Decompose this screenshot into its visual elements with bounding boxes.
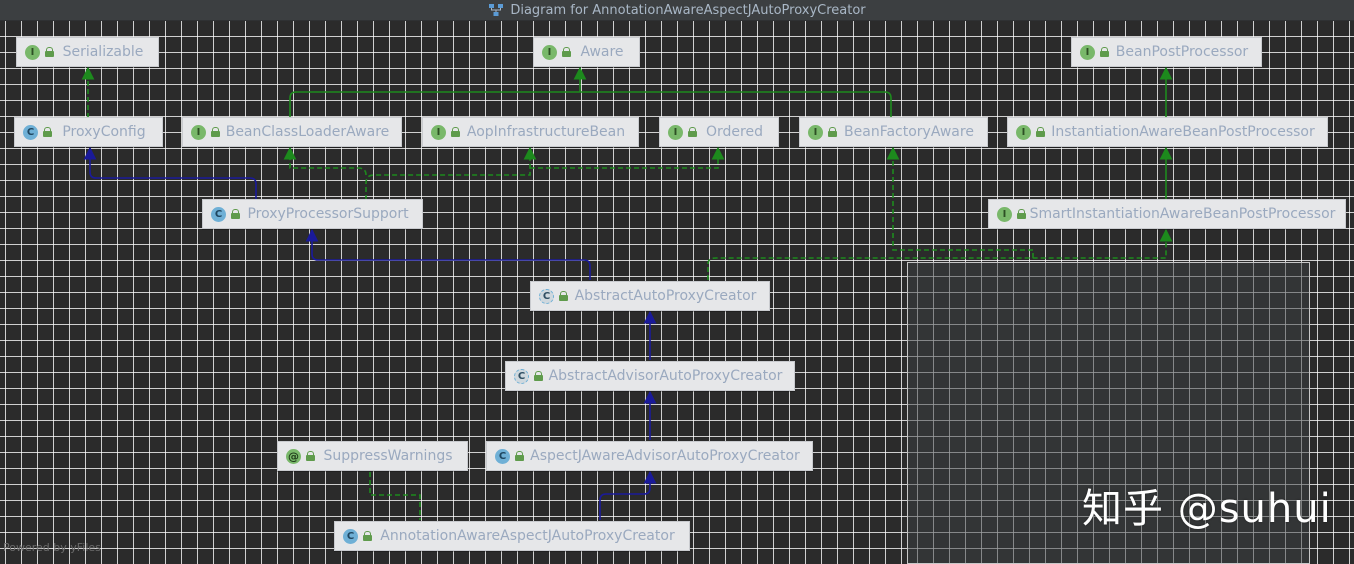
node-label: BeanClassLoaderAware	[225, 124, 390, 140]
node-abstract-advisor-auto-proxy-creator[interactable]: C AbstractAdvisorAutoProxyCreator	[505, 361, 795, 391]
lock-icon	[363, 531, 372, 541]
class-icon: C	[343, 528, 358, 544]
interface-icon: I	[1016, 124, 1031, 140]
node-annotation-aware-aspectj-auto-proxy-creator[interactable]: C AnnotationAwareAspectJAutoProxyCreator	[334, 521, 690, 551]
node-serializable[interactable]: I Serializable	[16, 37, 159, 67]
lock-icon	[43, 127, 52, 137]
lock-icon	[515, 451, 524, 461]
interface-icon: I	[808, 124, 823, 140]
window-title-bar: Diagram for AnnotationAwareAspectJAutoPr…	[0, 0, 1354, 21]
edge-pps-proxyconfig	[83, 146, 257, 200]
node-label: SmartInstantiationAwareBeanPostProcessor	[1029, 206, 1336, 222]
lock-icon	[45, 47, 54, 57]
node-smart-instantiation-aware-bpp[interactable]: I SmartInstantiationAwareBeanPostProcesso…	[988, 199, 1346, 229]
interface-icon: I	[668, 124, 683, 140]
interface-icon: I	[997, 206, 1012, 222]
edge-pps-ordered	[530, 146, 725, 169]
node-label: AbstractAutoProxyCreator	[574, 288, 757, 304]
abstract-class-icon: C	[539, 288, 554, 304]
node-label: Aware	[580, 44, 624, 60]
edge-bcla-aware	[289, 91, 892, 118]
node-aware[interactable]: I Aware	[533, 37, 640, 67]
node-label: AspectJAwareAdvisorAutoProxyCreator	[530, 448, 800, 464]
lock-icon	[534, 371, 543, 381]
node-label: InstantiationAwareBeanPostProcessor	[1051, 124, 1315, 140]
node-bean-class-loader-aware[interactable]: I BeanClassLoaderAware	[182, 117, 402, 147]
interface-icon: I	[542, 44, 557, 60]
class-icon: C	[211, 206, 226, 222]
node-ordered[interactable]: I Ordered	[659, 117, 779, 147]
node-label: AopInfrastructureBean	[466, 124, 626, 140]
node-proxy-config[interactable]: C ProxyConfig	[14, 117, 163, 147]
annotation-icon: @	[286, 448, 301, 464]
interface-icon: I	[431, 124, 446, 140]
node-label: Ordered	[706, 124, 763, 140]
edge-aaajapc-ajaaapc	[599, 470, 657, 520]
node-label: AnnotationAwareAspectJAutoProxyCreator	[380, 528, 675, 544]
node-aop-infrastructure-bean[interactable]: I AopInfrastructureBean	[422, 117, 639, 147]
node-label: BeanFactoryAware	[844, 124, 974, 140]
diagram-icon	[489, 4, 504, 16]
node-label: ProxyConfig	[62, 124, 146, 140]
window-title: Diagram for AnnotationAwareAspectJAutoPr…	[510, 2, 866, 18]
lock-icon	[231, 209, 240, 219]
node-label: BeanPostProcessor	[1115, 44, 1249, 60]
interface-icon: I	[191, 124, 206, 140]
lock-icon	[688, 127, 697, 137]
edge-suppress-annotation	[369, 472, 421, 520]
node-label: Serializable	[62, 44, 144, 60]
lock-icon	[211, 127, 220, 137]
class-icon: C	[495, 448, 510, 464]
node-instantiation-aware-bpp[interactable]: I InstantiationAwareBeanPostProcessor	[1007, 117, 1328, 147]
lock-icon	[306, 451, 315, 461]
node-label: SuppressWarnings	[323, 448, 453, 464]
node-proxy-processor-support[interactable]: C ProxyProcessorSupport	[202, 199, 423, 229]
node-label: ProxyProcessorSupport	[247, 206, 409, 222]
lock-icon	[559, 291, 568, 301]
lock-icon	[828, 127, 837, 137]
node-bean-factory-aware[interactable]: I BeanFactoryAware	[799, 117, 988, 147]
lock-icon	[562, 47, 571, 57]
lock-icon	[1036, 127, 1045, 137]
class-icon: C	[23, 124, 38, 140]
lock-icon	[451, 127, 460, 137]
edge-pps-beanclassloader	[283, 146, 367, 176]
abstract-class-icon: C	[514, 368, 529, 384]
edge-pps-aopinfrastructure	[365, 146, 537, 200]
watermark: 知乎 @suhui	[1082, 486, 1332, 532]
node-aspectj-aware-advisor-auto-proxy-creator[interactable]: C AspectJAwareAdvisorAutoProxyCreator	[486, 441, 813, 471]
interface-icon: I	[1080, 44, 1095, 60]
interface-icon: I	[25, 44, 40, 60]
edge-aapc-pps	[305, 228, 591, 280]
node-suppress-warnings[interactable]: @ SuppressWarnings	[277, 441, 468, 471]
node-label: AbstractAdvisorAutoProxyCreator	[548, 368, 783, 384]
lock-icon	[1017, 209, 1026, 219]
powered-by-label: Powered by yFiles	[3, 541, 101, 554]
lock-icon	[1100, 47, 1109, 57]
node-abstract-auto-proxy-creator[interactable]: C AbstractAutoProxyCreator	[530, 281, 770, 311]
node-bean-post-processor[interactable]: I BeanPostProcessor	[1071, 37, 1262, 67]
